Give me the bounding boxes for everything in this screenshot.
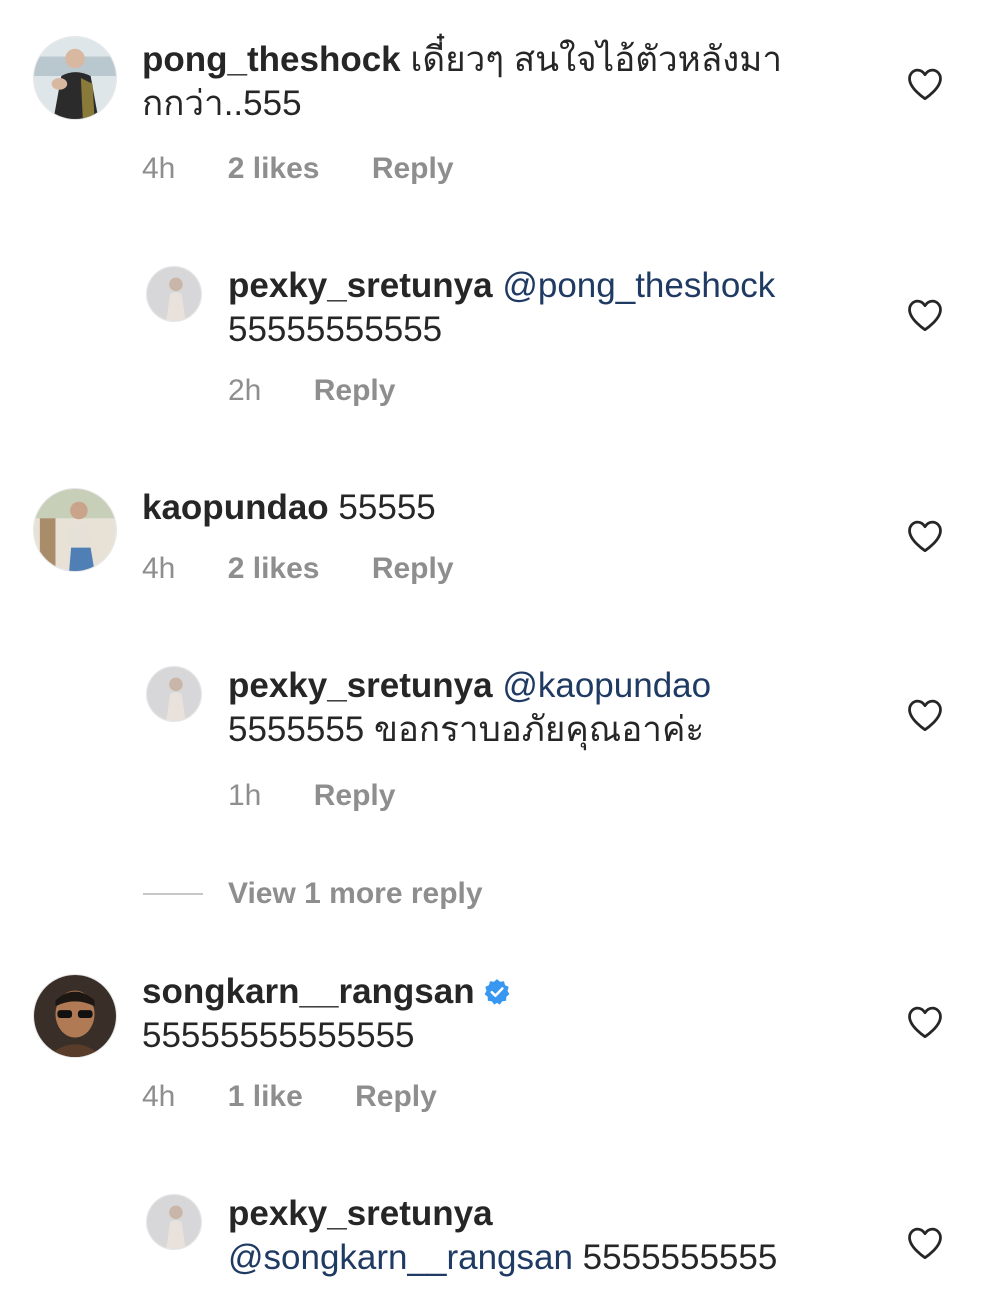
view-more-divider <box>143 893 203 895</box>
comment-body: 5555555 ขอกราบอภัยคุณอาค่ะ <box>228 710 705 749</box>
comment-text: pexky_sretunya @pong_theshock 5555555555… <box>228 264 868 352</box>
view-more-replies[interactable]: View 1 more reply <box>143 872 483 916</box>
comment-username[interactable]: pexky_sretunya <box>228 1194 493 1233</box>
comment-username[interactable]: kaopundao <box>142 488 329 527</box>
comment-time: 1h <box>228 779 262 812</box>
avatar[interactable] <box>33 36 117 120</box>
heart-icon[interactable] <box>906 698 944 732</box>
comment-likes[interactable]: 2 likes <box>228 552 320 585</box>
comment-text: songkarn__rangsan 55555555555555 <box>142 970 882 1058</box>
comment-body: เดี๋ยวๆ สนใจไอ้ตัวหลังมา <box>410 40 782 79</box>
comment-likes[interactable]: 1 like <box>228 1080 303 1113</box>
reply-button[interactable]: Reply <box>372 552 454 585</box>
avatar-image <box>147 1195 201 1249</box>
heart-icon[interactable] <box>906 298 944 332</box>
avatar[interactable] <box>33 974 117 1058</box>
reply-button[interactable]: Reply <box>314 779 396 812</box>
comment-time: 4h <box>142 1080 176 1113</box>
verified-badge-icon <box>483 973 511 1005</box>
avatar-image <box>34 975 116 1057</box>
reply-button[interactable]: Reply <box>355 1080 437 1113</box>
comment-time: 4h <box>142 552 176 585</box>
reply-button[interactable]: Reply <box>372 152 454 185</box>
mention-link[interactable]: @kaopundao <box>502 666 711 705</box>
comment-likes[interactable]: 2 likes <box>228 152 320 185</box>
comment-meta: 2h Reply <box>228 374 439 408</box>
comment-username[interactable]: pexky_sretunya <box>228 666 493 705</box>
avatar-image <box>34 37 116 119</box>
comment-username[interactable]: pexky_sretunya <box>228 266 493 305</box>
avatar[interactable] <box>146 1194 202 1250</box>
comment-meta: 4h 2 likes Reply <box>142 152 498 186</box>
comment-body-cont: กกว่า..555 <box>142 84 302 123</box>
comment-meta: 1h Reply <box>228 779 439 813</box>
mention-link[interactable]: @pong_theshock <box>502 266 775 305</box>
comment-meta: 4h 1 like Reply <box>142 1080 481 1114</box>
comment-text: kaopundao 55555 <box>142 486 882 530</box>
comment-meta: 4h 2 likes Reply <box>142 552 498 586</box>
avatar[interactable] <box>33 488 117 572</box>
comment-text: pexky_sretunya @kaopundao 5555555 ขอกราบ… <box>228 664 868 752</box>
avatar[interactable] <box>146 266 202 322</box>
mention-link[interactable]: @songkarn__rangsan <box>228 1238 573 1277</box>
comment-time: 2h <box>228 374 262 407</box>
view-more-label[interactable]: View 1 more reply <box>228 877 483 911</box>
comment-username[interactable]: songkarn__rangsan <box>142 972 475 1011</box>
heart-icon[interactable] <box>906 67 944 101</box>
comments-thread: pong_theshock เดี๋ยวๆ สนใจไอ้ตัวหลังมา ก… <box>0 0 1000 1298</box>
heart-icon[interactable] <box>906 1226 944 1260</box>
comment-username[interactable]: pong_theshock <box>142 40 401 79</box>
comment-body: 55555555555 <box>228 310 443 349</box>
comment-body: 55555555555555 <box>142 1016 415 1055</box>
heart-icon[interactable] <box>906 1005 944 1039</box>
comment-time: 4h <box>142 152 176 185</box>
avatar[interactable] <box>146 666 202 722</box>
comment-body: 5555555555 <box>582 1238 778 1277</box>
avatar-image <box>147 667 201 721</box>
heart-icon[interactable] <box>906 519 944 553</box>
avatar-image <box>147 267 201 321</box>
comment-text: pong_theshock เดี๋ยวๆ สนใจไอ้ตัวหลังมา ก… <box>142 38 882 126</box>
avatar-image <box>34 489 116 571</box>
comment-text: pexky_sretunya @songkarn__rangsan 555555… <box>228 1192 888 1280</box>
reply-button[interactable]: Reply <box>314 374 396 407</box>
comment-body: 55555 <box>338 488 436 527</box>
